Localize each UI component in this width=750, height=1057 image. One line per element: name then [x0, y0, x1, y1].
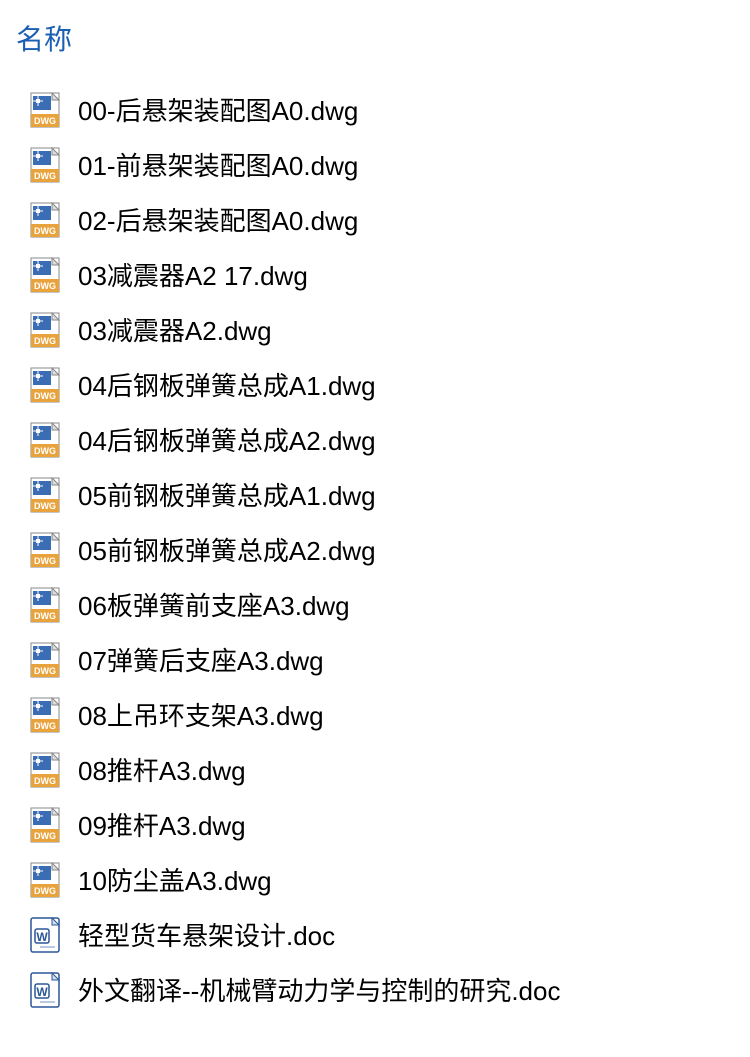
file-row[interactable]: 01-前悬架装配图A0.dwg: [0, 137, 750, 192]
file-row[interactable]: 06板弹簧前支座A3.dwg: [0, 577, 750, 632]
file-row[interactable]: 05前钢板弹簧总成A2.dwg: [0, 522, 750, 577]
dwg-file-icon: [30, 532, 60, 568]
dwg-file-icon: [30, 202, 60, 238]
dwg-file-icon: [30, 807, 60, 843]
file-name-label: 10防尘盖A3.dwg: [78, 861, 272, 898]
file-name-label: 03减震器A2 17.dwg: [78, 256, 308, 293]
file-row[interactable]: 04后钢板弹簧总成A1.dwg: [0, 357, 750, 412]
file-name-label: 09推杆A3.dwg: [78, 806, 246, 843]
file-name-label: 04后钢板弹簧总成A2.dwg: [78, 421, 376, 458]
file-row[interactable]: 02-后悬架装配图A0.dwg: [0, 192, 750, 247]
dwg-file-icon: [30, 752, 60, 788]
file-name-label: 外文翻译--机械臂动力学与控制的研究.doc: [78, 971, 560, 1008]
file-name-label: 04后钢板弹簧总成A1.dwg: [78, 366, 376, 403]
file-name-label: 07弹簧后支座A3.dwg: [78, 641, 324, 678]
dwg-file-icon: [30, 422, 60, 458]
dwg-file-icon: [30, 587, 60, 623]
file-list: 00-后悬架装配图A0.dwg 01-前悬架装配图A0.dwg 02-后悬架装配图A…: [0, 82, 750, 1037]
file-row[interactable]: 03减震器A2 17.dwg: [0, 247, 750, 302]
file-row[interactable]: 轻型货车悬架设计.doc: [0, 907, 750, 962]
file-name-label: 01-前悬架装配图A0.dwg: [78, 146, 358, 183]
dwg-file-icon: [30, 367, 60, 403]
file-row[interactable]: 08推杆A3.dwg: [0, 742, 750, 797]
file-row[interactable]: 04后钢板弹簧总成A2.dwg: [0, 412, 750, 467]
file-name-label: 05前钢板弹簧总成A2.dwg: [78, 531, 376, 568]
file-name-label: 06板弹簧前支座A3.dwg: [78, 586, 350, 623]
dwg-file-icon: [30, 92, 60, 128]
file-row[interactable]: 10防尘盖A3.dwg: [0, 852, 750, 907]
dwg-file-icon: [30, 862, 60, 898]
file-row[interactable]: 05前钢板弹簧总成A1.dwg: [0, 467, 750, 522]
file-name-label: 08上吊环支架A3.dwg: [78, 696, 324, 733]
file-row[interactable]: 08上吊环支架A3.dwg: [0, 687, 750, 742]
column-header-name[interactable]: 名称: [0, 0, 750, 82]
doc-file-icon: [30, 917, 60, 953]
file-name-label: 轻型货车悬架设计.doc: [78, 916, 335, 953]
dwg-file-icon: [30, 477, 60, 513]
file-name-label: 05前钢板弹簧总成A1.dwg: [78, 476, 376, 513]
file-name-label: 08推杆A3.dwg: [78, 751, 246, 788]
dwg-file-icon: [30, 642, 60, 678]
dwg-file-icon: [30, 147, 60, 183]
file-row[interactable]: 外文翻译--机械臂动力学与控制的研究.doc: [0, 962, 750, 1017]
file-row[interactable]: 00-后悬架装配图A0.dwg: [0, 82, 750, 137]
file-row[interactable]: 09推杆A3.dwg: [0, 797, 750, 852]
dwg-file-icon: [30, 257, 60, 293]
dwg-file-icon: [30, 697, 60, 733]
file-row[interactable]: 03减震器A2.dwg: [0, 302, 750, 357]
doc-file-icon: [30, 972, 60, 1008]
file-name-label: 03减震器A2.dwg: [78, 311, 272, 348]
dwg-file-icon: [30, 312, 60, 348]
file-name-label: 02-后悬架装配图A0.dwg: [78, 201, 358, 238]
file-name-label: 00-后悬架装配图A0.dwg: [78, 91, 358, 128]
file-row[interactable]: 07弹簧后支座A3.dwg: [0, 632, 750, 687]
